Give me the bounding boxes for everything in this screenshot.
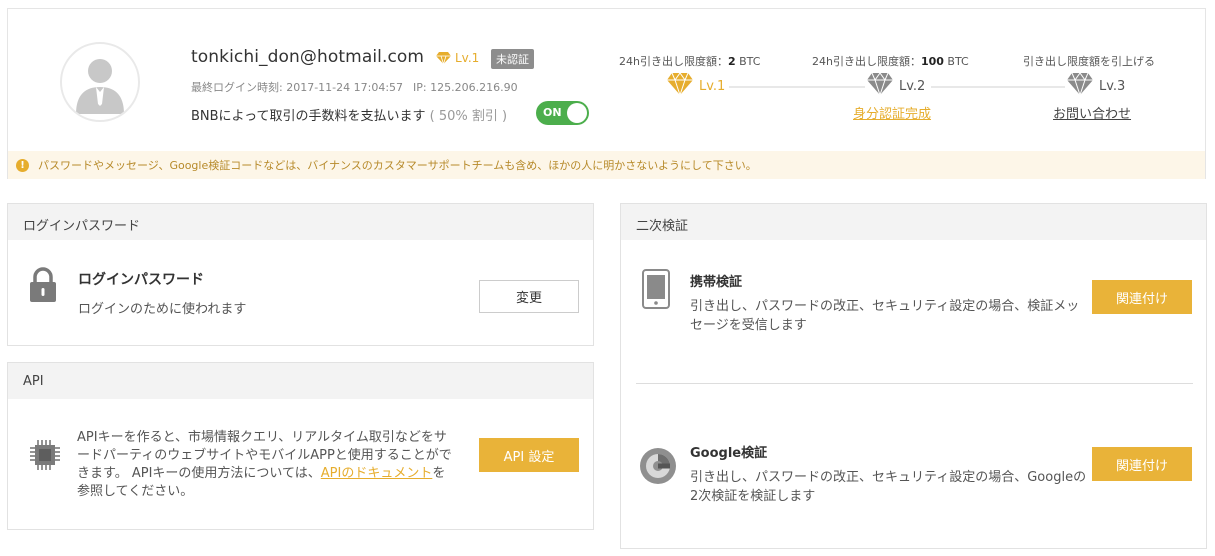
limit-lv1-unit: BTC — [735, 55, 761, 68]
profile-card: tonkichi_don@hotmail.com Lv.1 未認証 最終ログイン… — [7, 8, 1206, 179]
diamond-gold-icon — [436, 52, 451, 64]
sms-verification-title: 携帯検証 — [690, 275, 743, 290]
toggle-knob — [567, 103, 587, 123]
change-password-button[interactable]: 変更 — [479, 280, 579, 313]
warning-icon: ! — [16, 158, 29, 172]
toggle-state-label: ON — [543, 106, 562, 119]
sms-verification-desc: 引き出し、パスワードの改正、セキュリティ設定の場合、検証メッセージを受信します — [690, 299, 1080, 333]
diamond-gray-icon — [867, 73, 893, 95]
google-verification-desc: 引き出し、パスワードの改正、セキュリティ設定の場合、Googleの2次検証を検証… — [690, 470, 1087, 504]
last-login-info: 最終ログイン時刻: 2017-11-24 17:04:57 IP: 125.206… — [191, 79, 518, 95]
diamond-gold-icon — [667, 73, 693, 95]
login-password-desc: ログインのために使われます — [78, 302, 247, 317]
bnb-fee-option: BNBによって取引の手数料を支払います ( 50% 割引 ) — [191, 105, 507, 124]
level-3-label: Lv.3 — [1099, 79, 1126, 94]
security-warning-bar: ! パスワードやメッセージ、Google検証コードなどは、バイナンスのカスタマー… — [8, 151, 1205, 179]
two-factor-panel: 二次検証 携帯検証 引き出し、パスワードの改正、セキュリティ設定の場合、検証メッ… — [620, 203, 1207, 549]
user-silhouette-icon — [76, 59, 124, 114]
avatar[interactable] — [60, 42, 140, 122]
limit-lv2-label: 24h引き出し限度額： — [812, 55, 921, 68]
user-level: Lv.1 — [436, 51, 479, 65]
bnb-fee-label: BNBによって取引の手数料を支払います — [191, 109, 426, 124]
panel-header: ログインパスワード — [8, 204, 593, 240]
sms-bind-button[interactable]: 関連付け — [1092, 280, 1192, 314]
limit-lv2-unit: BTC — [943, 55, 969, 68]
mobile-phone-icon — [642, 269, 670, 309]
login-password-panel: ログインパスワード ログインパスワード ログインのために使われます 変更 — [7, 203, 594, 346]
verification-status-badge: 未認証 — [491, 49, 534, 69]
panel-header: 二次検証 — [621, 204, 1206, 240]
user-level-label: Lv.1 — [455, 51, 480, 65]
login-password-title: ログインパスワード — [78, 272, 204, 288]
level-progress-line — [729, 86, 865, 88]
api-description: APIキーを作ると、市場情報クエリ、リアルタイム取引などをサードパーティのウェブ… — [77, 429, 457, 501]
section-divider — [636, 383, 1193, 384]
google-bind-button[interactable]: 関連付け — [1092, 447, 1192, 481]
chip-icon — [30, 440, 60, 470]
user-email: tonkichi_don@hotmail.com — [191, 47, 425, 67]
level-2-label: Lv.2 — [899, 79, 926, 94]
security-warning-text: パスワードやメッセージ、Google検証コードなどは、バイナンスのカスタマーサポ… — [38, 159, 757, 172]
level-1-label: Lv.1 — [699, 79, 726, 94]
limit-lv1-label: 24h引き出し限度額： — [619, 55, 728, 68]
limit-lv1: 24h引き出し限度額：2 BTC — [619, 53, 760, 69]
limit-lv3: 引き出し限度額を引上げる — [1023, 55, 1155, 68]
last-login-ip: IP: 125.206.216.90 — [413, 81, 518, 94]
google-verification-title: Google検証 — [690, 446, 768, 461]
panel-header: API — [8, 363, 593, 399]
diamond-gray-icon — [1067, 73, 1093, 95]
api-panel: API APIキーを作ると、市場情報クエリ、リアルタイム取引などをサードパーティ… — [7, 362, 594, 530]
lock-icon — [30, 267, 56, 302]
identity-verification-link[interactable]: 身分認証完成 — [853, 103, 931, 122]
limit-lv2-amount: 100 — [920, 55, 944, 68]
last-login-time: 最終ログイン時刻: 2017-11-24 17:04:57 — [191, 81, 404, 94]
api-settings-button[interactable]: API 設定 — [479, 438, 579, 472]
level-progress-line — [931, 86, 1065, 88]
bnb-fee-toggle[interactable]: ON — [536, 101, 589, 125]
contact-us-link[interactable]: お問い合わせ — [1053, 103, 1131, 122]
google-authenticator-icon — [640, 448, 676, 484]
api-docs-link[interactable]: APIのドキュメント — [321, 466, 433, 481]
limit-lv2: 24h引き出し限度額：100 BTC — [812, 53, 969, 69]
limit-lv1-amount: 2 — [727, 55, 736, 68]
bnb-discount-label: ( 50% 割引 ) — [429, 109, 508, 124]
